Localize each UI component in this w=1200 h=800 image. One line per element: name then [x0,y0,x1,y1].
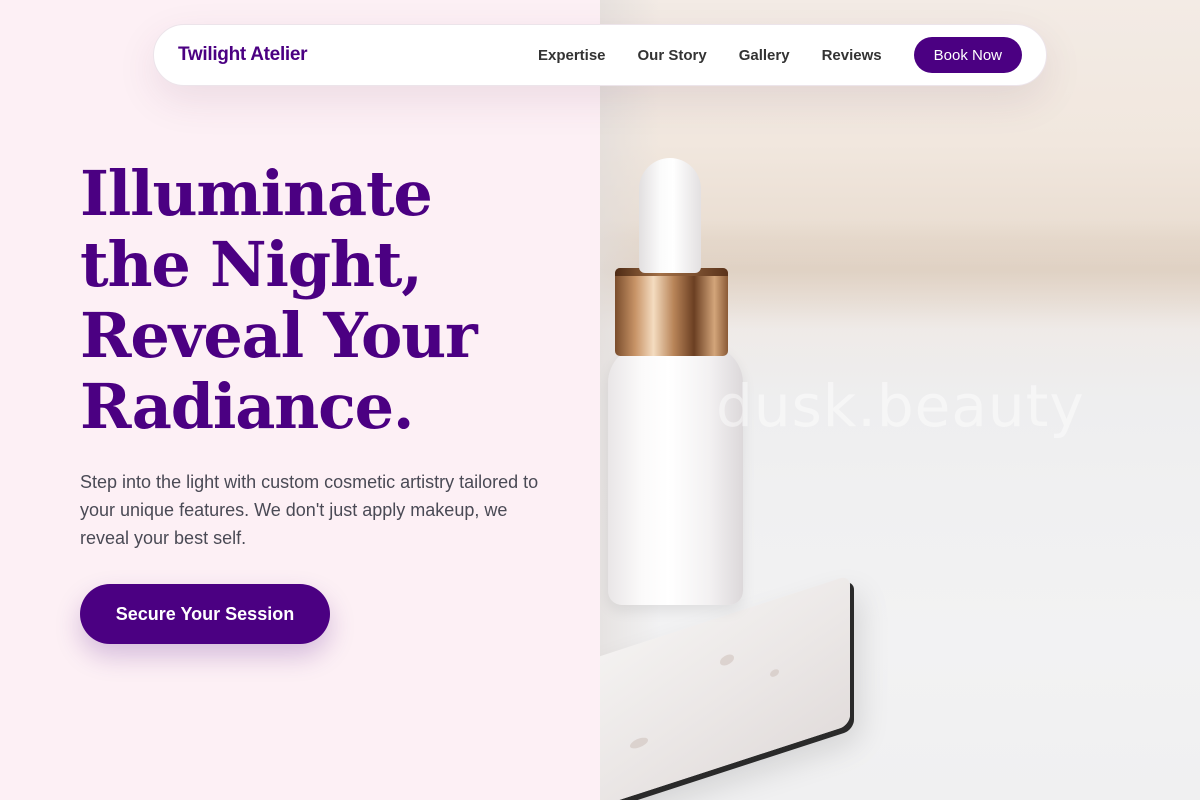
dropper-bulb [639,158,701,273]
nav-link-reviews[interactable]: Reviews [822,47,882,64]
image-watermark: dusk.beauty [716,372,1085,440]
hero-title: Illuminate the Night, Reveal Your Radian… [80,158,560,442]
nav-link-gallery[interactable]: Gallery [739,47,790,64]
hero-title-line-3: Reveal Your [80,299,478,372]
hero-title-line-4: Radiance. [80,370,414,443]
bottle-gold-collar [615,268,728,356]
hero-title-line-2: the Night, [80,228,423,301]
brand-logo[interactable]: Twilight Atelier [178,44,308,66]
secure-session-button[interactable]: Secure Your Session [80,584,330,644]
hero-title-line-1: Illuminate [80,157,433,230]
hero-image: dusk.beauty [600,0,1200,800]
nav-link-our-story[interactable]: Our Story [638,47,707,64]
top-navbar: Twilight Atelier Expertise Our Story Gal… [153,24,1047,86]
nav-links: Expertise Our Story Gallery Reviews [538,47,882,64]
nav-link-expertise[interactable]: Expertise [538,47,606,64]
book-now-button[interactable]: Book Now [913,37,1022,73]
hero-description: Step into the light with custom cosmetic… [80,472,539,548]
